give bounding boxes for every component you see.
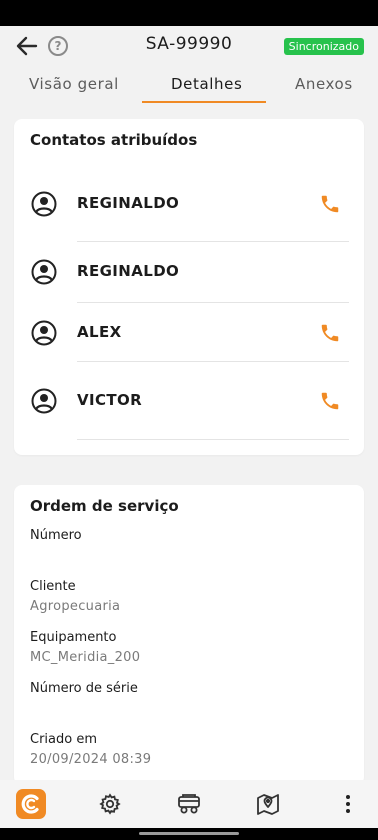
vehicle-icon[interactable]	[175, 790, 203, 818]
active-tab-indicator	[142, 101, 266, 103]
service-order-card: Ordem de serviço Número Cliente Agropecu…	[14, 485, 364, 785]
settings-gear-icon[interactable]	[96, 790, 124, 818]
field-label-client: Cliente	[30, 579, 76, 594]
field-label-created: Criado em	[30, 732, 97, 747]
field-label-number: Número	[30, 528, 82, 543]
field-value-equipment: MC_Meridia_200	[30, 650, 141, 665]
home-indicator[interactable]	[139, 832, 239, 835]
phone-icon[interactable]	[319, 322, 341, 344]
app-bar: ? SA-99990 Sincronizado	[0, 26, 378, 66]
contact-name: ALEX	[77, 323, 122, 341]
logo-icon[interactable]	[16, 789, 46, 819]
tab-bar: Visão geral Detalhes Anexos	[0, 66, 378, 104]
field-label-serial: Número de série	[30, 681, 138, 696]
field-value-created: 20/09/2024 08:39	[30, 752, 152, 767]
contact-item[interactable]: VICTOR	[14, 386, 364, 416]
contacts-card-title: Contatos atribuídos	[30, 131, 198, 149]
sync-status-badge: Sincronizado	[283, 38, 364, 55]
phone-icon[interactable]	[319, 390, 341, 412]
tab-details[interactable]: Detalhes	[171, 75, 242, 93]
account-circle-icon	[31, 259, 57, 285]
contacts-card: Contatos atribuídos REGINALDO REGINALDO …	[14, 119, 364, 455]
contact-name: REGINALDO	[77, 194, 180, 212]
field-value-client: Agropecuaria	[30, 599, 121, 614]
divider	[77, 439, 349, 440]
contact-item[interactable]: REGINALDO	[14, 189, 364, 219]
contact-item[interactable]: REGINALDO	[14, 257, 364, 287]
contact-name: REGINALDO	[77, 262, 180, 280]
status-bar	[0, 0, 378, 26]
system-home-bar	[0, 828, 378, 840]
divider	[77, 361, 349, 362]
field-label-equipment: Equipamento	[30, 630, 117, 645]
contact-item[interactable]: ALEX	[14, 318, 364, 348]
divider	[77, 241, 349, 242]
tab-attachments[interactable]: Anexos	[295, 75, 353, 93]
account-circle-icon	[31, 320, 57, 346]
contact-name: VICTOR	[77, 391, 143, 409]
bottom-navigation	[0, 780, 378, 828]
service-order-title: Ordem de serviço	[30, 497, 179, 515]
account-circle-icon	[31, 388, 57, 414]
divider	[77, 302, 349, 303]
more-vertical-icon[interactable]	[334, 790, 362, 818]
phone-icon[interactable]	[319, 193, 341, 215]
map-pin-icon[interactable]	[254, 790, 282, 818]
tab-overview[interactable]: Visão geral	[29, 75, 119, 93]
account-circle-icon	[31, 191, 57, 217]
